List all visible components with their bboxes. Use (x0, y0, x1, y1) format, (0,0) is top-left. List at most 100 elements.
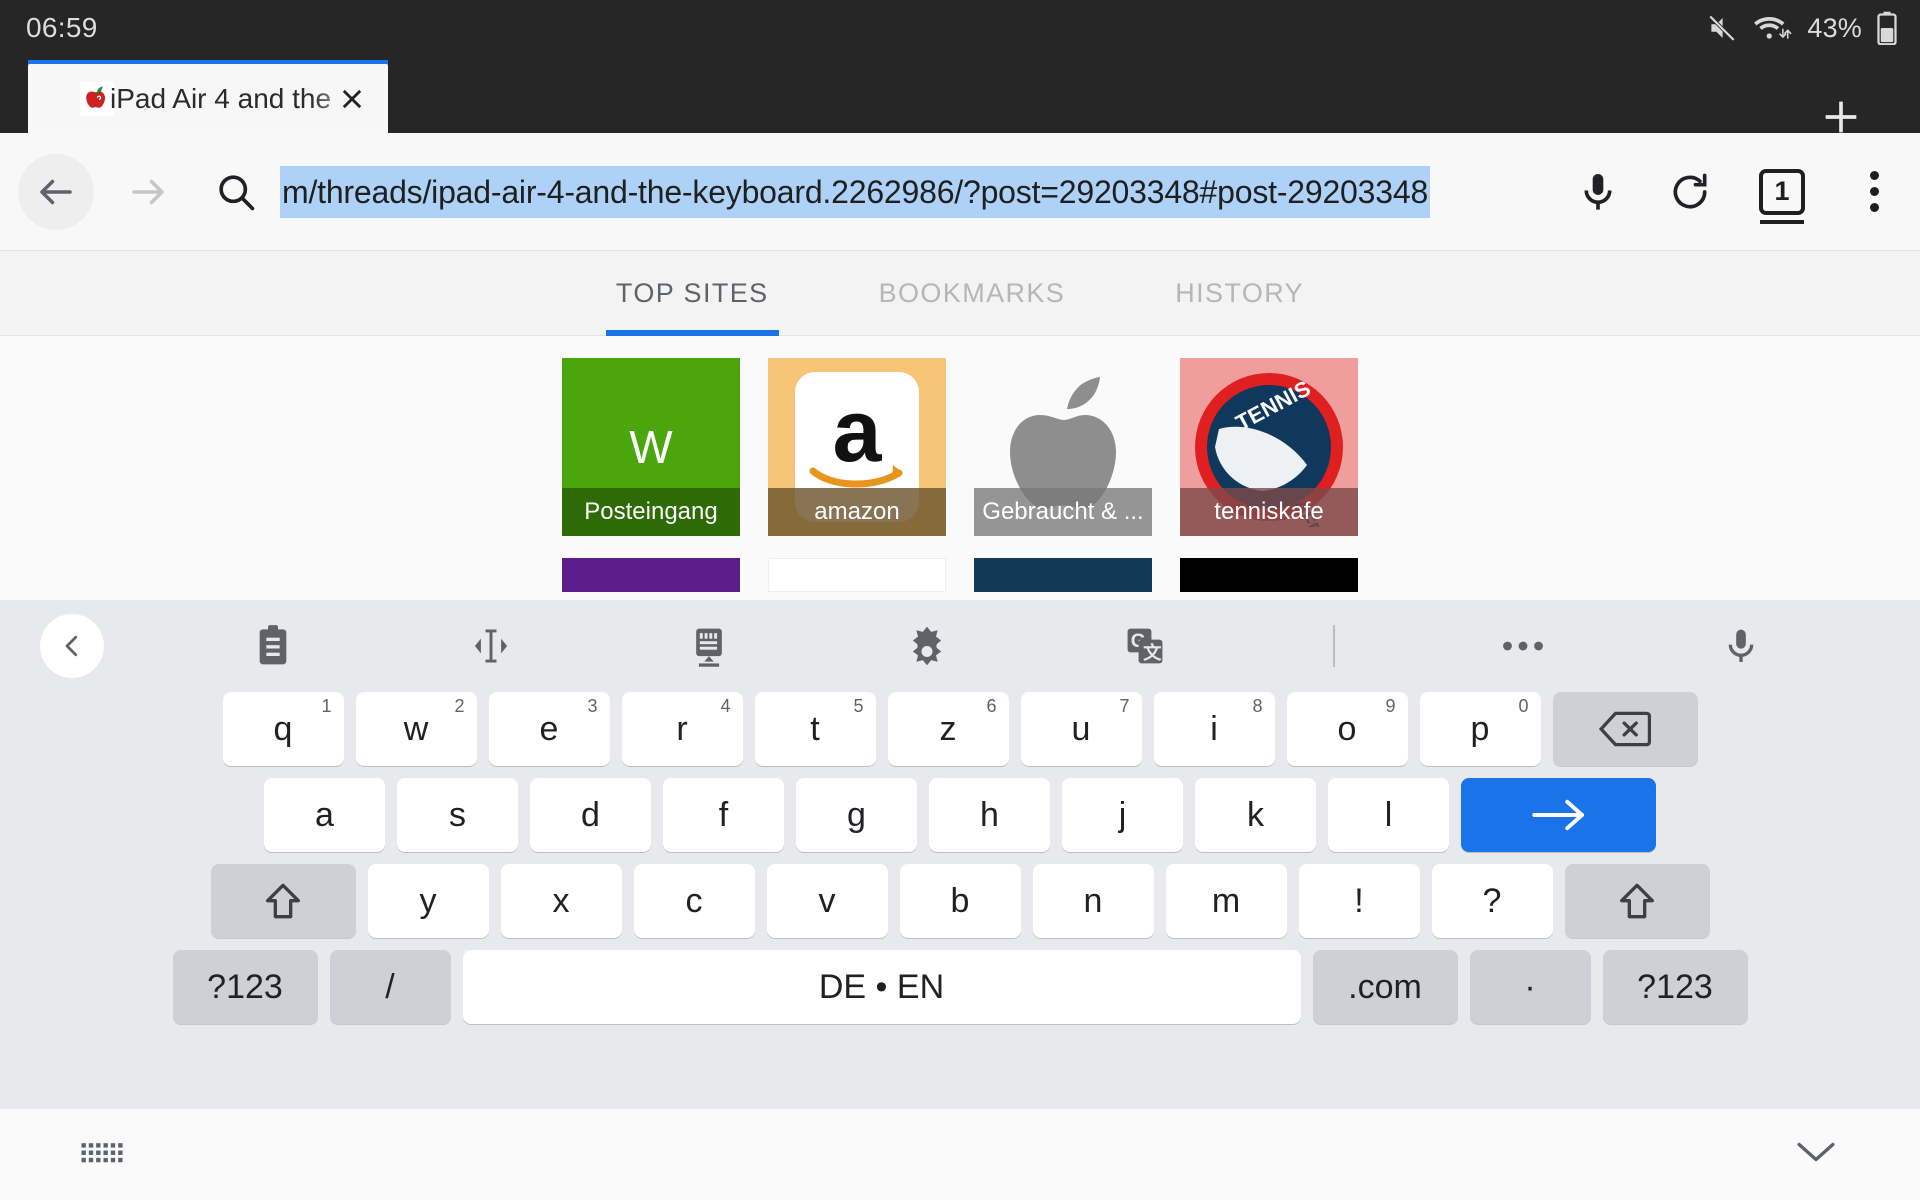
status-clock: 06:59 (26, 12, 98, 43)
key-label: .com (1348, 967, 1422, 1006)
symbols-key-left[interactable]: ?123 (172, 950, 318, 1024)
back-button[interactable] (18, 153, 94, 230)
key-e[interactable]: 3e (488, 692, 610, 766)
key-j[interactable]: j (1062, 778, 1183, 852)
reload-button[interactable] (1644, 146, 1736, 238)
tab-history[interactable]: HISTORY (1165, 251, 1314, 336)
tab-count: 1 (1759, 168, 1805, 224)
space-key[interactable]: DE • EN (462, 950, 1301, 1024)
shift-key[interactable] (210, 864, 356, 938)
backspace-icon (1599, 711, 1651, 747)
overflow-menu-button[interactable] (1828, 146, 1920, 238)
key-label: ! (1354, 881, 1364, 920)
key-q[interactable]: 1q (222, 692, 344, 766)
key-n[interactable]: n (1032, 864, 1154, 938)
battery-icon (1876, 11, 1898, 45)
key-label: c (685, 881, 703, 920)
top-site-tile-partial[interactable] (974, 558, 1152, 592)
key-y[interactable]: y (367, 864, 489, 938)
key-label: n (1083, 881, 1103, 920)
key-w[interactable]: 2w (355, 692, 477, 766)
key-label: s (449, 795, 466, 834)
key-b[interactable]: b (899, 864, 1021, 938)
top-site-tile-partial[interactable] (562, 558, 740, 592)
key-h[interactable]: h (929, 778, 1050, 852)
key-label: d (581, 795, 600, 834)
top-site-tile[interactable]: Gebraucht & ... (974, 358, 1152, 536)
forward-button[interactable] (110, 154, 186, 230)
shift-icon (266, 883, 300, 919)
key-sup: 8 (1252, 696, 1263, 716)
chevron-down-icon[interactable] (1792, 1137, 1840, 1172)
key-p[interactable]: 0p (1419, 692, 1541, 766)
text-cursor-icon[interactable] (461, 616, 521, 676)
key-sup: 5 (853, 696, 864, 716)
key-label: h (980, 795, 999, 834)
tile-label: Gebraucht & ... (974, 488, 1152, 536)
chevron-left-icon[interactable] (40, 614, 104, 678)
key-x[interactable]: x (500, 864, 622, 938)
arrow-right-icon (1531, 799, 1584, 831)
key-label: ? (1482, 881, 1502, 920)
keyboard-toolbar: G 文 (0, 600, 1920, 692)
key-v[interactable]: v (766, 864, 888, 938)
key-label: · (1524, 967, 1536, 1006)
key-s[interactable]: s (397, 778, 518, 852)
clipboard-icon[interactable] (243, 616, 303, 676)
key-k[interactable]: k (1195, 778, 1316, 852)
new-tab-page: TOP SITES BOOKMARKS HISTORY W Posteingan… (0, 251, 1920, 600)
overflow-menu-icon (1869, 171, 1879, 212)
key-a[interactable]: a (264, 778, 385, 852)
key-exclamation[interactable]: ! (1298, 864, 1420, 938)
tab-top-sites[interactable]: TOP SITES (605, 251, 779, 336)
key-i[interactable]: 8i (1153, 692, 1275, 766)
key-sup: 2 (454, 696, 465, 716)
key-label: m (1211, 881, 1241, 920)
period-key[interactable]: · (1469, 950, 1591, 1024)
key-g[interactable]: g (796, 778, 917, 852)
key-label: o (1337, 709, 1357, 748)
microphone-icon[interactable] (1711, 616, 1771, 676)
voice-search-button[interactable] (1552, 146, 1644, 238)
key-r[interactable]: 4r (621, 692, 743, 766)
key-sup: 9 (1385, 696, 1396, 716)
key-question[interactable]: ? (1431, 864, 1553, 938)
key-u[interactable]: 7u (1020, 692, 1142, 766)
key-label: r (676, 709, 688, 748)
key-t[interactable]: 5t (754, 692, 876, 766)
top-site-tile[interactable]: a amazon (768, 358, 946, 536)
tab-switcher-button[interactable]: 1 (1736, 146, 1828, 238)
key-label: ?123 (1637, 967, 1713, 1006)
dotcom-key[interactable]: .com (1312, 950, 1458, 1024)
key-label: i (1210, 709, 1218, 748)
gear-icon[interactable] (897, 616, 957, 676)
key-z[interactable]: 6z (887, 692, 1009, 766)
tab-bookmarks[interactable]: BOOKMARKS (869, 251, 1076, 336)
google-translate-icon[interactable]: G 文 (1115, 616, 1175, 676)
shift-key-right[interactable] (1564, 864, 1710, 938)
url-input[interactable]: m/threads/ipad-air-4-and-the-keyboard.22… (280, 165, 1552, 218)
key-o[interactable]: 9o (1286, 692, 1408, 766)
key-c[interactable]: c (633, 864, 755, 938)
tab-close-icon[interactable] (334, 81, 370, 117)
key-d[interactable]: d (530, 778, 651, 852)
browser-tab[interactable]: iPad Air 4 and the (28, 64, 388, 133)
slash-key[interactable]: / (329, 950, 451, 1024)
symbols-key-right[interactable]: ?123 (1602, 950, 1748, 1024)
key-label: f (718, 795, 729, 834)
top-site-tile-partial[interactable] (768, 558, 946, 592)
key-label: y (419, 881, 437, 920)
enter-key[interactable] (1461, 778, 1656, 852)
key-l[interactable]: l (1328, 778, 1449, 852)
more-dots-icon[interactable] (1493, 616, 1553, 676)
keyboard-switch-icon[interactable] (679, 616, 739, 676)
key-label: z (939, 709, 957, 748)
top-site-tile-partial[interactable] (1180, 558, 1358, 592)
keyboard-row-4: ?123 / DE • EN .com · ?123 (14, 950, 1906, 1024)
backspace-key[interactable] (1552, 692, 1698, 766)
key-f[interactable]: f (663, 778, 784, 852)
top-site-tile[interactable]: TENNIS KAFE tenniskafe (1180, 358, 1358, 536)
keyboard-resize-icon[interactable] (80, 1141, 124, 1168)
key-m[interactable]: m (1165, 864, 1287, 938)
top-site-tile[interactable]: W Posteingang (562, 358, 740, 536)
